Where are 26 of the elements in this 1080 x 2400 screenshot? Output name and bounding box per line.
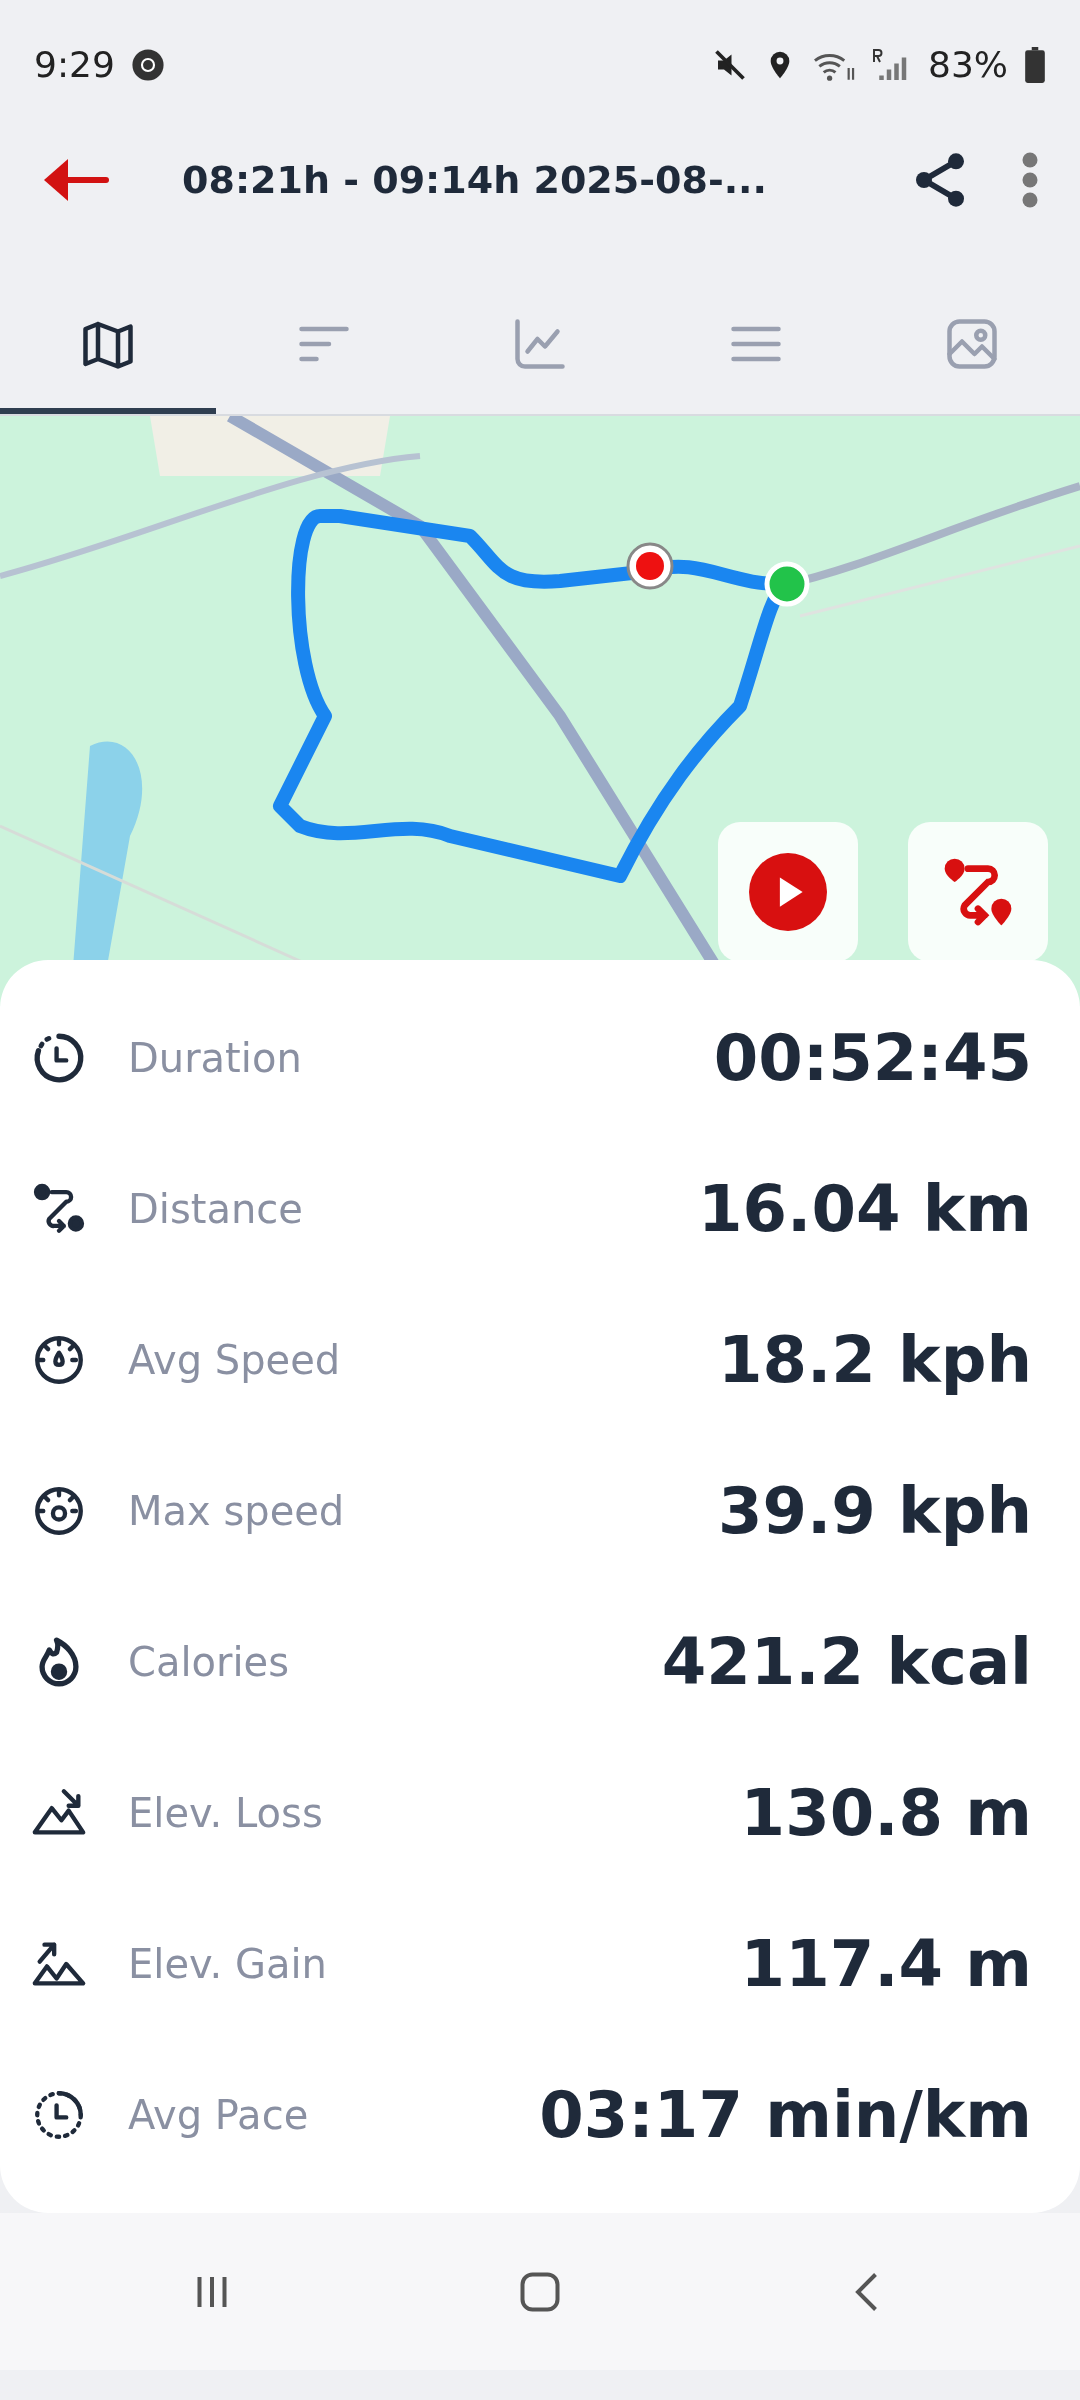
stat-value: 421.2 kcal bbox=[661, 1623, 1032, 1701]
battery-icon bbox=[1024, 47, 1046, 83]
track-title: 08:21h - 09:14h 2025-08-... bbox=[181, 156, 767, 204]
stat-label: Calories bbox=[128, 1637, 290, 1687]
stat-label: Distance bbox=[128, 1184, 303, 1234]
stat-label: Elev. Gain bbox=[128, 1939, 327, 1989]
stat-label: Avg Pace bbox=[128, 2090, 309, 2140]
play-button[interactable] bbox=[718, 822, 858, 962]
stat-label: Avg Speed bbox=[128, 1335, 341, 1385]
play-icon bbox=[749, 853, 827, 931]
more-icon bbox=[1020, 150, 1040, 210]
stat-label: Duration bbox=[128, 1033, 302, 1083]
stat-value: 16.04 km bbox=[698, 1170, 1032, 1248]
status-time: 9:29 bbox=[34, 43, 115, 87]
more-button[interactable] bbox=[1020, 150, 1040, 210]
stat-label: Max speed bbox=[128, 1486, 345, 1536]
stat-label: Elev. Loss bbox=[128, 1788, 323, 1838]
stat-value: 00:52:45 bbox=[713, 1019, 1032, 1097]
stat-value: 03:17 min/km bbox=[539, 2076, 1032, 2154]
stat-value: 18.2 kph bbox=[717, 1321, 1032, 1399]
stat-value: 130.8 m bbox=[740, 1774, 1032, 1852]
battery-level: 83% bbox=[928, 43, 1008, 87]
chrome-icon bbox=[130, 48, 165, 82]
stat-value: 39.9 kph bbox=[717, 1472, 1032, 1550]
route-button[interactable] bbox=[908, 822, 1048, 962]
stat-value: 117.4 m bbox=[740, 1925, 1032, 2003]
